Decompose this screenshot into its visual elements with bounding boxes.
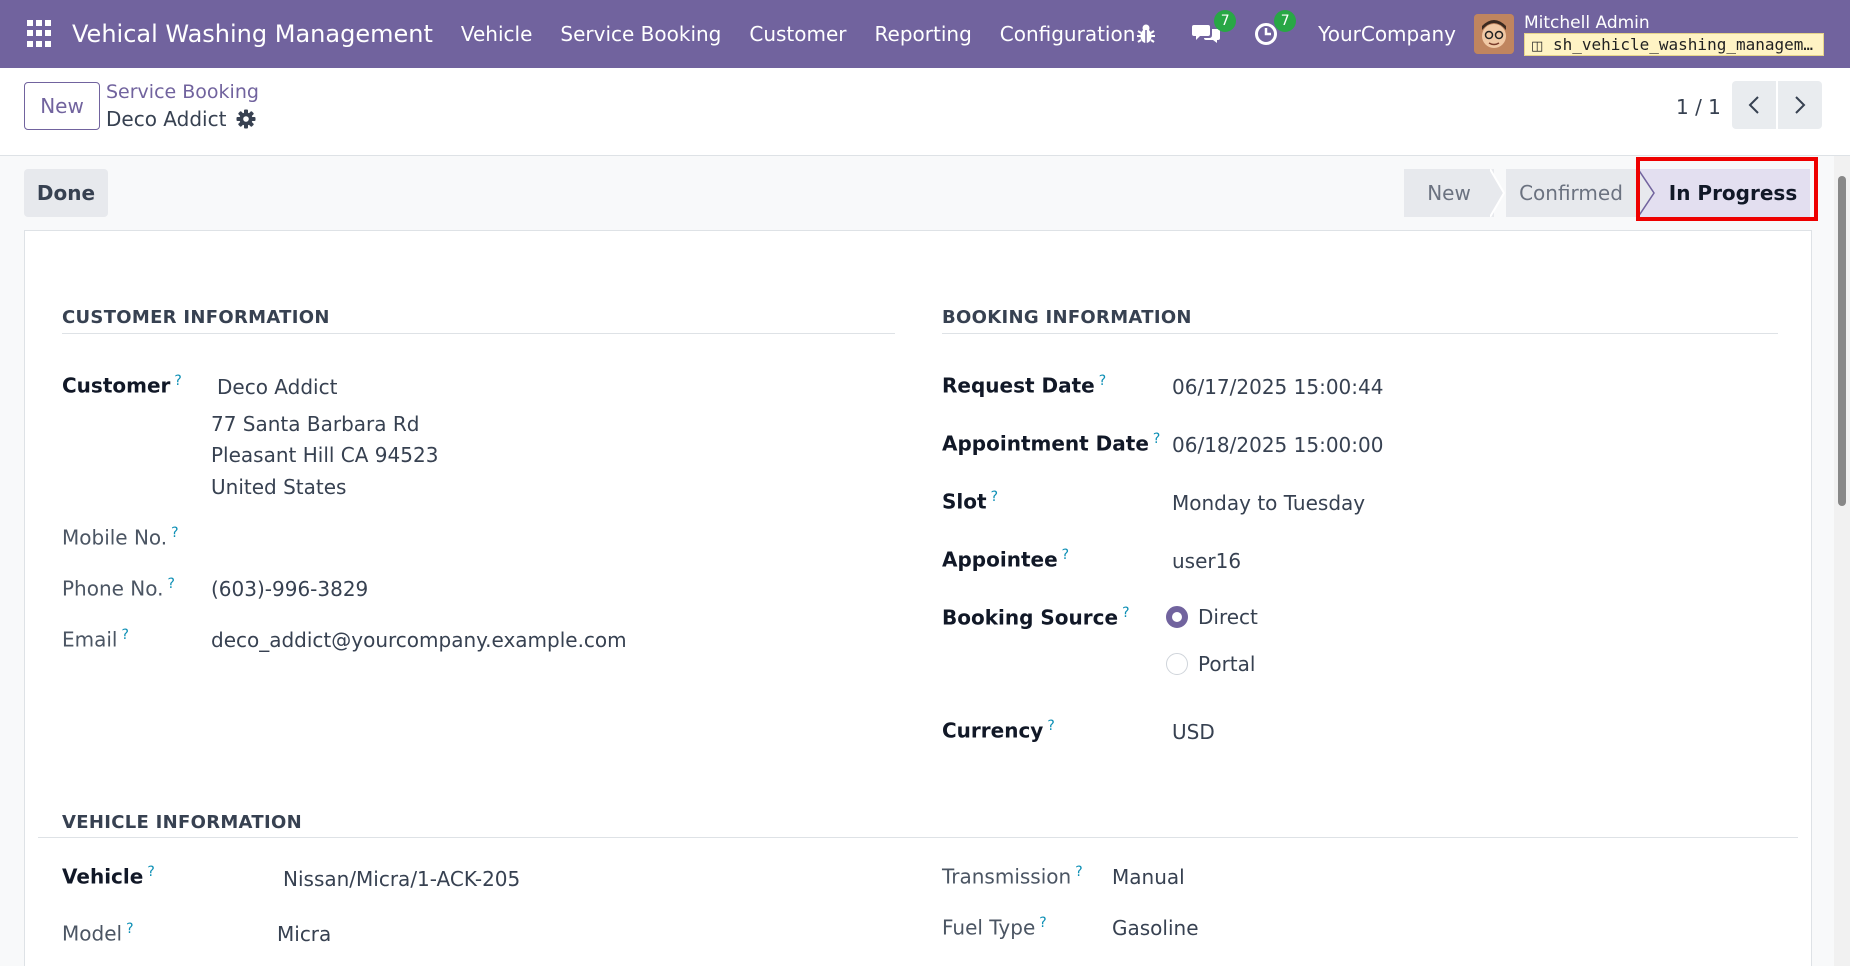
menu-reporting[interactable]: Reporting [861,22,986,46]
chevron-left-icon [1748,96,1759,114]
currency-label: Currency? [942,718,1055,743]
help-tooltip-icon[interactable]: ? [147,864,154,880]
appointee-field[interactable]: user16 [1172,549,1241,573]
vehicle-label: Vehicle? [62,864,155,889]
stage-new[interactable]: New [1404,169,1494,217]
appointment-date-label: Appointment Date? [942,431,1161,456]
activities-clock-icon[interactable]: 7 [1250,10,1297,50]
customer-field[interactable]: Deco Addict [217,375,337,399]
section-divider [942,333,1778,334]
user-name: Mitchell Admin [1524,12,1650,33]
apps-menu-icon[interactable] [27,20,55,48]
company-switcher[interactable]: YourCompany [1318,22,1456,46]
help-tooltip-icon[interactable]: ? [122,627,129,643]
app-title[interactable]: Vehical Washing Management [72,20,433,48]
address-line-2: Pleasant Hill CA 94523 [211,443,439,467]
fuel-type-label: Fuel Type? [942,915,1047,940]
breadcrumb-parent-link[interactable]: Service Booking [106,81,259,103]
address-line-1: 77 Santa Barbara Rd [211,412,420,436]
customer-info-title: CUSTOMER INFORMATION [62,307,330,328]
page-scrollbar[interactable] [1834,156,1850,966]
pager-value[interactable]: 1 / 1 [1676,95,1721,119]
done-button[interactable]: Done [24,169,108,217]
database-icon: ◫ [1531,38,1544,54]
booking-source-portal-radio[interactable] [1166,653,1188,675]
navbar-systray: 7 7 YourCompany Mitchell Admin ◫ sh_vehi… [1116,0,1850,68]
request-date-label: Request Date? [942,373,1107,398]
vehicle-field[interactable]: Nissan/Micra/1-ACK-205 [283,867,520,891]
email-label: Email? [62,627,129,652]
mobile-field[interactable] [211,525,511,553]
model-field[interactable]: Micra [277,922,331,946]
help-tooltip-icon[interactable]: ? [1122,605,1129,621]
appointment-date-field[interactable]: 06/18/2025 15:00:00 [1172,433,1383,457]
transmission-label: Transmission? [942,864,1083,889]
help-tooltip-icon[interactable]: ? [1047,718,1054,734]
pager-next-button[interactable] [1778,81,1822,129]
booking-source-label: Booking Source? [942,605,1130,630]
booking-source-portal-label[interactable]: Portal [1198,652,1255,676]
phone-field[interactable]: (603)-996-3829 [211,577,368,601]
help-tooltip-icon[interactable]: ? [126,921,133,937]
messages-chat-icon[interactable]: 7 [1190,10,1237,50]
address-line-3: United States [211,475,347,499]
appointee-label: Appointee? [942,547,1070,572]
currency-field[interactable]: USD [1172,720,1215,744]
menu-service-booking[interactable]: Service Booking [546,22,735,46]
control-panel: New Service Booking Deco Addict 1 / 1 [0,68,1850,156]
breadcrumb-current: Deco Addict [106,107,256,131]
menu-customer[interactable]: Customer [735,22,860,46]
help-tooltip-icon[interactable]: ? [1062,547,1069,563]
stage-arrow-divider [1638,169,1655,217]
activities-count-badge: 7 [1274,10,1297,32]
vehicle-info-title: VEHICLE INFORMATION [62,812,302,833]
new-record-button[interactable]: New [24,82,100,130]
user-avatar[interactable] [1474,14,1514,54]
gear-icon[interactable] [236,109,256,129]
breadcrumb-current-label: Deco Addict [106,107,227,131]
fuel-type-field[interactable]: Gasoline [1112,916,1199,940]
mobile-label: Mobile No.? [62,525,179,550]
booking-source-direct-radio[interactable] [1166,606,1188,628]
section-divider [38,837,1798,838]
stage-arrow-divider [1490,169,1506,217]
chevron-right-icon [1795,96,1806,114]
debug-bug-icon[interactable] [1130,18,1162,50]
help-tooltip-icon[interactable]: ? [1099,373,1106,389]
model-label: Model? [62,921,134,946]
section-divider [62,333,895,334]
help-tooltip-icon[interactable]: ? [171,525,178,541]
booking-source-direct-label[interactable]: Direct [1198,605,1258,629]
slot-field[interactable]: Monday to Tuesday [1172,491,1365,515]
booking-info-title: BOOKING INFORMATION [942,307,1192,328]
menu-vehicle[interactable]: Vehicle [447,22,547,46]
scrollbar-thumb[interactable] [1838,176,1846,506]
form-sheet: CUSTOMER INFORMATION Customer? Deco Addi… [24,230,1812,966]
help-tooltip-icon[interactable]: ? [168,576,175,592]
top-navbar: Vehical Washing Management Vehicle Servi… [0,0,1850,68]
help-tooltip-icon[interactable]: ? [1153,431,1160,447]
help-tooltip-icon[interactable]: ? [174,373,181,389]
request-date-field[interactable]: 06/17/2025 15:00:44 [1172,375,1383,399]
stage-in-progress[interactable]: In Progress [1638,169,1810,217]
help-tooltip-icon[interactable]: ? [991,489,998,505]
email-field[interactable]: deco_addict@yourcompany.example.com [211,628,627,652]
transmission-field[interactable]: Manual [1112,865,1185,889]
messages-count-badge: 7 [1214,10,1237,32]
phone-label: Phone No.? [62,576,175,601]
database-name-badge: ◫ sh_vehicle_washing_management [1524,32,1824,56]
help-tooltip-icon[interactable]: ? [1039,915,1046,931]
stage-confirmed[interactable]: Confirmed [1506,169,1636,217]
slot-label: Slot? [942,489,998,514]
help-tooltip-icon[interactable]: ? [1075,864,1082,880]
pager-previous-button[interactable] [1732,81,1776,129]
user-menu[interactable]: Mitchell Admin ◫ sh_vehicle_washing_mana… [1524,13,1824,56]
customer-label: Customer? [62,373,182,398]
